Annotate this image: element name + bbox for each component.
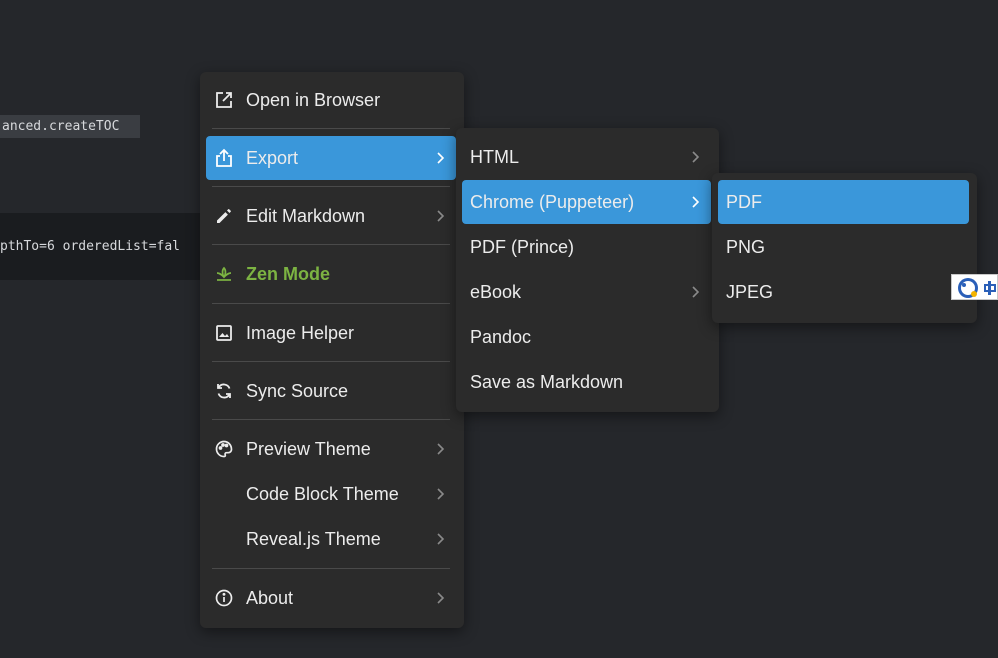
menu-item-label: Save as Markdown [470,371,624,392]
menu-item-zen-mode[interactable]: Zen Mode [206,252,456,296]
menu-item-pdf[interactable]: PDF [718,180,969,224]
chevron-right-icon [437,210,445,222]
menu-separator [212,419,450,420]
menu-item-jpeg[interactable]: JPEG [718,270,969,314]
chevron-right-icon [437,152,445,164]
menu-item-html[interactable]: HTML [462,135,711,179]
chevron-right-icon [437,443,445,455]
sync-icon [214,381,234,401]
menu-item-label: Code Block Theme [246,483,399,504]
menu-item-pandoc[interactable]: Pandoc [462,315,711,359]
menu-item-open-in-browser[interactable]: Open in Browser [206,78,456,122]
menu-separator [212,303,450,304]
menu-item-code-block-theme[interactable]: Code Block Theme [206,472,456,516]
chevron-right-icon [437,592,445,604]
menu-item-image-helper[interactable]: Image Helper [206,311,456,355]
menu-separator [212,568,450,569]
menu-item-label: HTML [470,146,519,167]
external-link-icon [214,90,234,110]
menu-item-label: Open in Browser [246,89,381,110]
code-block: pthTo=6 orderedList=fal [0,213,200,280]
menu-separator [212,244,450,245]
menu-item-label: Image Helper [246,322,355,343]
menu-item-label: Chrome (Puppeteer) [470,191,635,212]
menu-separator [212,361,450,362]
menu-item-ebook[interactable]: eBook [462,270,711,314]
input-method-icon[interactable] [951,274,998,300]
menu-item-label: PDF [726,191,762,212]
menu-item-chrome-puppeteer[interactable]: Chrome (Puppeteer) [462,180,711,224]
menu-item-label: Export [246,147,299,168]
menu-item-pdf-prince[interactable]: PDF (Prince) [462,225,711,269]
menu-item-about[interactable]: About [206,576,456,620]
palette-icon [214,439,234,459]
menu-item-export[interactable]: Export [206,136,456,180]
menu-item-label: PNG [726,236,766,257]
menu-item-label: Sync Source [246,380,349,401]
menu-item-label: Zen Mode [246,263,330,284]
info-icon [214,588,234,608]
pencil-icon [214,206,234,226]
menu-item-label: eBook [470,281,522,302]
chrome-puppeteer-submenu: PDF PNG JPEG [712,173,977,323]
menu-separator [212,128,450,129]
code-line: pthTo=6 orderedList=fal [0,239,181,254]
zen-lotus-icon [214,264,234,284]
chevron-right-icon [692,286,700,298]
export-submenu: HTML Chrome (Puppeteer) PDF (Prince) eBo… [456,128,719,412]
menu-item-sync-source[interactable]: Sync Source [206,369,456,413]
menu-item-label: PDF (Prince) [470,236,575,257]
menu-item-png[interactable]: PNG [718,225,969,269]
menu-item-edit-markdown[interactable]: Edit Markdown [206,194,456,238]
menu-item-preview-theme[interactable]: Preview Theme [206,427,456,471]
context-menu: Open in Browser Export Edit Markdown Zen… [200,72,464,628]
chevron-right-icon [692,151,700,163]
menu-separator [212,186,450,187]
chevron-right-icon [437,488,445,500]
chevron-right-icon [692,196,700,208]
menu-item-revealjs-theme[interactable]: Reveal.js Theme [206,517,456,561]
chevron-right-icon [437,533,445,545]
share-icon [214,148,234,168]
menu-item-save-as-markdown[interactable]: Save as Markdown [462,360,711,404]
inline-code-snippet: anced.createTOC [0,115,140,138]
menu-item-label: About [246,587,294,608]
menu-item-label: Pandoc [470,326,532,347]
menu-item-label: JPEG [726,281,774,302]
menu-item-label: Preview Theme [246,438,371,459]
menu-item-label: Reveal.js Theme [246,528,381,549]
menu-item-label: Edit Markdown [246,205,366,226]
image-icon [214,323,234,343]
